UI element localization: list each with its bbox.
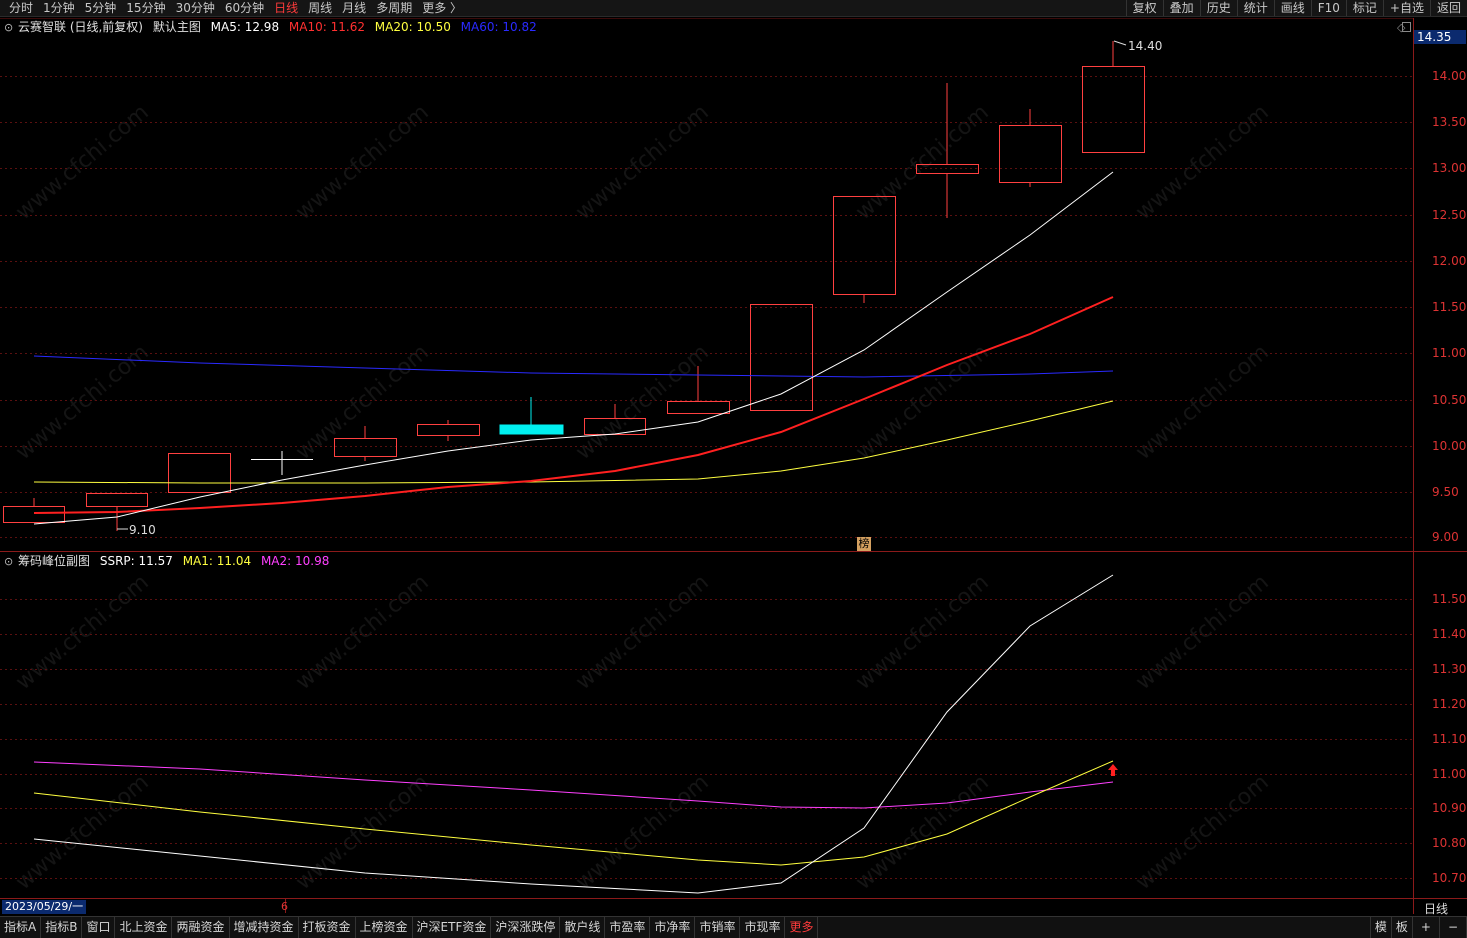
candle	[499, 424, 564, 435]
candle	[3, 506, 65, 523]
candle	[999, 125, 1062, 183]
zoom-out-button[interactable]: −	[1440, 917, 1467, 938]
high-label: 14.40	[1128, 39, 1162, 53]
candle	[833, 196, 896, 295]
tab-indicator-a[interactable]: 指标A	[0, 917, 42, 938]
candle	[667, 401, 730, 414]
candle	[584, 418, 646, 435]
ssrp-line	[33, 574, 1114, 894]
cursor-date: 2023/05/29/一	[2, 900, 87, 914]
ma1-value: MA1: 11.04	[182, 554, 252, 568]
main-chart-title: 云赛智联 (日线,前复权) 默认主图 MA5: 12.98 MA10: 11.6…	[18, 20, 543, 34]
tab-northbound[interactable]: 北上资金	[115, 917, 173, 938]
tab-margin[interactable]: 两融资金	[172, 917, 230, 938]
tab-ps[interactable]: 市销率	[695, 917, 741, 938]
ma10-value: MA10: 11.62	[288, 20, 365, 34]
rank-marker[interactable]: 榜	[857, 537, 871, 551]
candle	[168, 453, 231, 493]
main-grid	[0, 76, 1413, 538]
ssrp-value: SSRP: 11.57	[99, 554, 173, 568]
axis-label: 10.80	[1432, 836, 1467, 850]
candle	[334, 438, 397, 457]
template-button[interactable]: 模	[1369, 917, 1392, 938]
tab-holdings-change[interactable]: 增减持资金	[230, 917, 299, 938]
tab-etf-funds[interactable]: 沪深ETF资金	[413, 917, 492, 938]
ma5-value: MA5: 12.98	[210, 20, 280, 34]
tab-window[interactable]: 窗口	[82, 917, 116, 938]
candle	[417, 424, 480, 436]
axis-label: 11.20	[1432, 697, 1467, 711]
axis-label: 10.70	[1432, 871, 1467, 885]
ma1-line	[33, 760, 1114, 866]
chart-canvas[interactable]: 14.40 9.10 ◇ ⊙ ⊙	[0, 0, 1467, 937]
ma2-line	[33, 761, 1114, 809]
axis-label: 10.90	[1432, 801, 1467, 815]
chart-name: 默认主图	[152, 20, 201, 34]
tab-pcf[interactable]: 市现率	[740, 917, 786, 938]
tab-retail-line[interactable]: 散户线	[560, 917, 606, 938]
settings-circle-icon[interactable]: ⊙	[4, 555, 13, 568]
ma20-value: MA20: 10.50	[374, 20, 451, 34]
ma5-line	[33, 171, 1114, 525]
low-label: 9.10	[129, 523, 156, 537]
board-button[interactable]: 板	[1392, 917, 1413, 938]
bottom-right-controls: 模 板 + −	[1369, 917, 1467, 938]
ma2-value: MA2: 10.98	[260, 554, 330, 568]
date-tick-label: 6	[281, 900, 288, 913]
indicator-tabs-bar: 指标A 指标B 窗口 北上资金 两融资金 增减持资金 打板资金 上榜资金 沪深E…	[0, 916, 1467, 938]
ma20-line	[33, 400, 1114, 484]
tab-limit-up-funds[interactable]: 打板资金	[299, 917, 356, 938]
axis-label: 11.10	[1432, 732, 1467, 746]
ma60-value: MA60: 10.82	[460, 20, 537, 34]
high-marker-line	[1113, 40, 1127, 46]
sub-price-axis: 11.50 11.40 11.30 11.20 11.10 11.00 10.9…	[1415, 0, 1467, 900]
period-label: 日线	[1424, 902, 1449, 916]
tab-billboard-funds[interactable]: 上榜资金	[356, 917, 413, 938]
ma60-line	[33, 355, 1114, 378]
axis-label: 11.30	[1432, 662, 1467, 676]
tab-pb[interactable]: 市净率	[650, 917, 696, 938]
axis-label: 11.40	[1432, 627, 1467, 641]
ma10-line	[33, 296, 1114, 514]
axis-label: 11.00	[1432, 767, 1467, 781]
axis-label: 11.50	[1432, 592, 1467, 606]
sub-chart-title: 筹码峰位副图 SSRP: 11.57 MA1: 11.04 MA2: 10.98	[18, 554, 335, 568]
candles	[3, 41, 1145, 531]
sub-grid	[0, 599, 1413, 879]
tab-pe[interactable]: 市盈率	[605, 917, 651, 938]
candle	[750, 304, 813, 411]
zoom-in-button[interactable]: +	[1413, 917, 1440, 938]
candle	[86, 493, 148, 507]
tab-limit-stats[interactable]: 沪深涨跌停	[491, 917, 561, 938]
settings-circle-icon[interactable]: ⊙	[4, 21, 13, 34]
tab-more-indicators[interactable]: 更多	[785, 917, 819, 938]
stock-name: 云赛智联 (日线,前复权)	[18, 20, 143, 34]
tab-indicator-b[interactable]: 指标B	[41, 917, 83, 938]
sub-chart-name: 筹码峰位副图	[18, 554, 91, 568]
candle	[1082, 66, 1145, 153]
